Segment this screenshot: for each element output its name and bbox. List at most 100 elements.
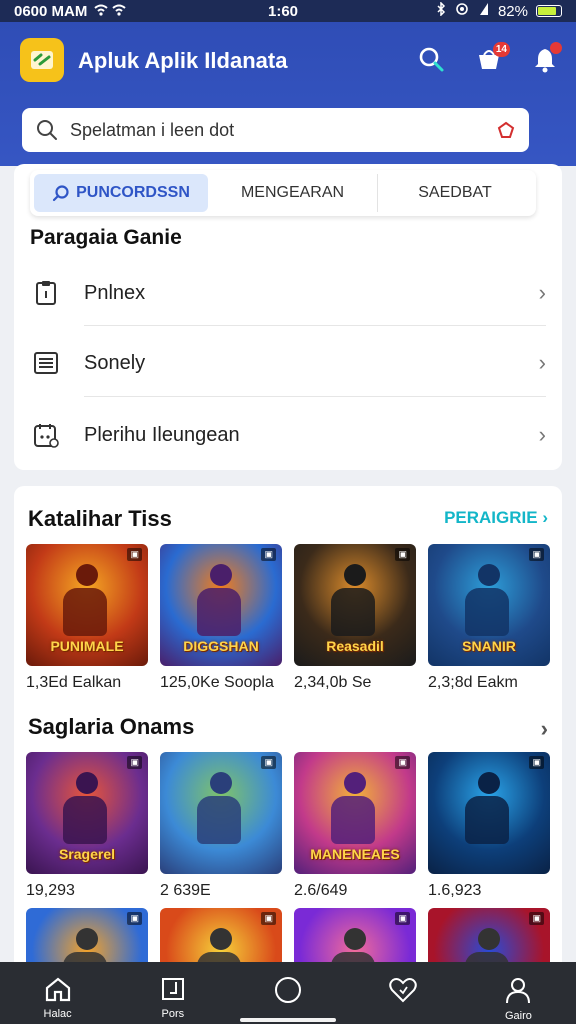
- bluetooth-icon: [436, 1, 446, 20]
- search-input[interactable]: Spelatman i leen dot: [70, 120, 497, 141]
- menu-item-label: Pnlnex: [84, 281, 146, 304]
- game-logo-text: DIGGSHAN: [183, 638, 259, 654]
- mic-icon[interactable]: [497, 121, 515, 139]
- status-right: 82%: [436, 1, 562, 20]
- game-character: [63, 772, 111, 844]
- game-thumbnail: ▣: [160, 752, 282, 874]
- app-logo[interactable]: [20, 38, 64, 82]
- status-clock: 1:60: [268, 2, 299, 20]
- calendar-icon: [30, 422, 62, 448]
- home-indicator: [240, 1018, 336, 1022]
- app-logo-icon: [31, 51, 53, 69]
- game-character: [465, 772, 513, 844]
- rating-badge: ▣: [395, 548, 410, 561]
- signal-icon: [478, 2, 490, 20]
- nav-center[interactable]: [230, 962, 345, 1024]
- chevron-right-icon: ›: [538, 422, 546, 447]
- game-thumbnail: ▣ DIGGSHAN: [160, 544, 282, 666]
- nav-profile[interactable]: Gairo: [461, 962, 576, 1024]
- game-card[interactable]: ▣ MANENEAES 2.6/649: [294, 752, 416, 900]
- game-meta: 2 639E: [160, 882, 211, 899]
- wifi-icon: [93, 3, 127, 20]
- heart-icon: [389, 978, 417, 1003]
- search-button[interactable]: [414, 42, 448, 76]
- rating-badge: ▣: [529, 912, 544, 925]
- see-all-link[interactable]: PERAIGRIE ›: [444, 508, 548, 528]
- tab-saedbat[interactable]: SAEDBAT: [378, 174, 532, 212]
- menu-item-plerihu[interactable]: Plerihu Ileungean ›: [30, 400, 546, 470]
- game-meta: 2.6/649: [294, 882, 348, 899]
- bottom-nav: Halac Pors Gairo: [0, 962, 576, 1024]
- catalog-title: Katalihar Tiss: [28, 506, 172, 531]
- tab-label: SAEDBAT: [418, 184, 492, 201]
- rating-badge: ▣: [261, 548, 276, 561]
- game-meta: 2,34,0b Se: [294, 674, 372, 691]
- home-icon: [45, 977, 70, 1002]
- chevron-right-icon: ›: [538, 350, 546, 375]
- rating-badge: ▣: [395, 912, 410, 925]
- tab-label: PUNCORDSSN: [76, 184, 190, 201]
- game-character: [63, 564, 111, 636]
- game-logo-text: MANENEAES: [310, 846, 400, 862]
- menu-item-sonely[interactable]: Sonely ›: [30, 328, 546, 398]
- settings-card: PUNCORDSSN MENGEARAN SAEDBAT Paragaia Ga…: [14, 164, 562, 470]
- search-icon: [419, 47, 444, 72]
- rating-badge: ▣: [127, 756, 142, 769]
- nav-home[interactable]: Halac: [0, 962, 115, 1024]
- game-card[interactable]: ▣ Reasadil 2,34,0b Se: [294, 544, 416, 692]
- game-meta: 125,0Ke Soopla: [160, 674, 274, 691]
- status-time: 0600 MAM: [14, 2, 88, 20]
- book-icon: [161, 978, 184, 1000]
- catalog-card: Katalihar Tiss PERAIGRIE › ▣ PUNIMALE 1,3E…: [14, 486, 562, 976]
- rating-badge: ▣: [261, 756, 276, 769]
- search-icon: [52, 185, 69, 202]
- circle-icon: [275, 977, 301, 1003]
- game-meta: 1.6,923: [428, 882, 482, 899]
- game-character: [197, 772, 245, 844]
- game-card[interactable]: ▣ 1.6,923: [428, 752, 550, 900]
- battery-percent: 82%: [497, 2, 528, 20]
- tab-label: MENGEARAN: [240, 184, 345, 201]
- tab-bar: PUNCORDSSN MENGEARAN SAEDBAT: [30, 170, 536, 216]
- game-meta: 2,3;8d Eakm: [428, 674, 518, 691]
- game-character: [465, 564, 513, 636]
- cart-button[interactable]: 14: [472, 42, 510, 76]
- cart-badge: 14: [492, 42, 510, 57]
- chevron-right-icon[interactable]: ›: [541, 716, 548, 742]
- tab-mengearan[interactable]: MENGEARAN: [208, 174, 378, 212]
- battery-icon: [536, 5, 562, 17]
- divider: [84, 396, 546, 397]
- popular-title: Saglaria Onams: [28, 714, 195, 739]
- game-character: [331, 564, 379, 636]
- menu-item-pnlnex[interactable]: Pnlnex ›: [30, 258, 546, 328]
- nav-library[interactable]: Pors: [115, 962, 230, 1024]
- menu-item-label: Plerihu Ileungean: [84, 423, 240, 446]
- game-card[interactable]: ▣ Sragerel 19,293: [26, 752, 148, 900]
- nav-favorites[interactable]: [346, 962, 461, 1024]
- app-title: Apluk Aplik Ildanata: [78, 48, 288, 73]
- profile-icon: [506, 978, 531, 1004]
- game-logo-text: SNANIR: [462, 638, 516, 654]
- game-card[interactable]: ▣ SNANIR 2,3;8d Eakm: [428, 544, 550, 692]
- tab-puncordssn[interactable]: PUNCORDSSN: [34, 174, 208, 212]
- game-thumbnail: ▣ Reasadil: [294, 544, 416, 666]
- notification-dot: [550, 42, 562, 54]
- game-card[interactable]: ▣ PUNIMALE 1,3Ed Ealkan: [26, 544, 148, 692]
- game-logo-text: PUNIMALE: [50, 638, 124, 654]
- search-icon: [37, 120, 57, 140]
- nav-label: Gairo: [504, 1010, 532, 1022]
- game-logo-text: Sragerel: [58, 846, 116, 862]
- document-icon: [30, 279, 62, 307]
- notification-button[interactable]: [528, 42, 562, 76]
- game-card[interactable]: ▣ DIGGSHAN 125,0Ke Soopla: [160, 544, 282, 692]
- rating-badge: ▣: [127, 548, 142, 561]
- rating-badge: ▣: [529, 548, 544, 561]
- game-card[interactable]: ▣ 2 639E: [160, 752, 282, 900]
- search-bar[interactable]: Spelatman i leen dot: [22, 108, 529, 152]
- game-thumbnail: ▣ MANENEAES: [294, 752, 416, 874]
- game-thumbnail: ▣ SNANIR: [428, 544, 550, 666]
- game-meta: 1,3Ed Ealkan: [26, 674, 122, 691]
- game-thumbnail: ▣ PUNIMALE: [26, 544, 148, 666]
- game-meta: 19,293: [26, 882, 75, 899]
- section-title: Paragaia Ganie: [30, 226, 182, 249]
